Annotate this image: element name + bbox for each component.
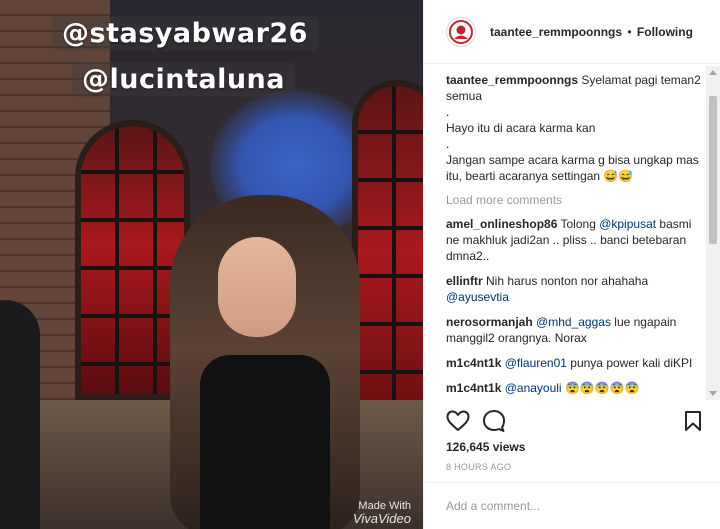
comments-scrollbar[interactable] bbox=[706, 66, 720, 400]
mention-link[interactable]: @kpipusat bbox=[599, 217, 656, 231]
comment-username[interactable]: nerosormanjah bbox=[446, 315, 533, 329]
speech-bubble-icon[interactable] bbox=[482, 410, 506, 435]
comment-text: Nih harus nonton nor ahahaha bbox=[486, 274, 649, 288]
comment-text: Tolong bbox=[560, 217, 600, 231]
comment-text: 😨😨😨😨😨 bbox=[561, 381, 640, 395]
heart-outline-icon[interactable] bbox=[446, 410, 470, 435]
add-comment-input[interactable] bbox=[446, 499, 686, 513]
comment-username[interactable]: m1c4nt1k bbox=[446, 381, 501, 395]
action-bar bbox=[446, 408, 708, 436]
comment-username[interactable]: amel_onlineshop86 bbox=[446, 217, 557, 231]
scroll-up-arrow-icon[interactable] bbox=[709, 70, 717, 75]
comment: m1c4nt1k @anayouli 😨😨😨😨😨 bbox=[446, 380, 708, 396]
caption-line: Hayo itu di acara karma kan bbox=[446, 121, 596, 135]
overlay-tag-2: @lucintaluna bbox=[72, 62, 296, 97]
following-button[interactable]: Following bbox=[637, 25, 693, 39]
vivavideo-watermark: Made With VivaVideo bbox=[352, 500, 411, 526]
comment: ellinftr Nih harus nonton nor ahahaha @a… bbox=[446, 273, 708, 305]
comment-text: punya power kali diKPI bbox=[566, 356, 693, 370]
add-comment-bar bbox=[424, 482, 720, 529]
comment: nerosormanjah @mhd_aggas lue ngapain man… bbox=[446, 314, 708, 346]
logo-emblem-icon bbox=[449, 19, 473, 44]
caption-line: . bbox=[446, 137, 450, 151]
post-timestamp[interactable]: 8 HOURS AGO bbox=[446, 462, 511, 472]
mention-link[interactable]: @mhd_aggas bbox=[536, 315, 611, 329]
scrollbar-thumb[interactable] bbox=[709, 96, 717, 244]
post-video[interactable]: @stasyabwar26 @lucintaluna Made With Viv… bbox=[0, 0, 423, 529]
load-more-comments-link[interactable]: Load more comments bbox=[446, 193, 708, 207]
post-caption: taantee_remmpoonngs Syelamat pagi teman2… bbox=[446, 72, 708, 184]
comment-username[interactable]: m1c4nt1k bbox=[446, 356, 501, 370]
comment: m1c4nt1k @flauren01 punya power kali diK… bbox=[446, 355, 708, 371]
woman-figure bbox=[150, 195, 380, 529]
caption-line: . bbox=[446, 105, 450, 119]
header-username[interactable]: taantee_remmpoonngs bbox=[490, 25, 622, 39]
header-separator: • bbox=[627, 24, 632, 39]
mention-link[interactable]: @anayouli bbox=[505, 381, 562, 395]
background-person bbox=[0, 300, 40, 529]
comment: amel_onlineshop86 Tolong @kpipusat basmi… bbox=[446, 216, 708, 264]
comments-list[interactable]: taantee_remmpoonngs Syelamat pagi teman2… bbox=[446, 72, 708, 402]
caption-line: Jangan sampe acara karma g bisa ungkap m… bbox=[446, 153, 699, 183]
comment-username[interactable]: ellinftr bbox=[446, 274, 483, 288]
avatar[interactable] bbox=[446, 16, 476, 47]
caption-username[interactable]: taantee_remmpoonngs bbox=[446, 73, 578, 87]
post-header: taantee_remmpoonngs • Following bbox=[424, 0, 720, 64]
mention-link[interactable]: @flauren01 bbox=[505, 356, 567, 370]
scroll-down-arrow-icon[interactable] bbox=[709, 391, 717, 396]
bookmark-icon[interactable] bbox=[684, 410, 702, 435]
mention-link[interactable]: @ayusevtia bbox=[446, 290, 509, 304]
post-side-panel: taantee_remmpoonngs • Following taantee_… bbox=[423, 0, 720, 529]
views-count[interactable]: 126,645 views bbox=[446, 440, 525, 454]
overlay-tag-1: @stasyabwar26 bbox=[52, 16, 318, 51]
